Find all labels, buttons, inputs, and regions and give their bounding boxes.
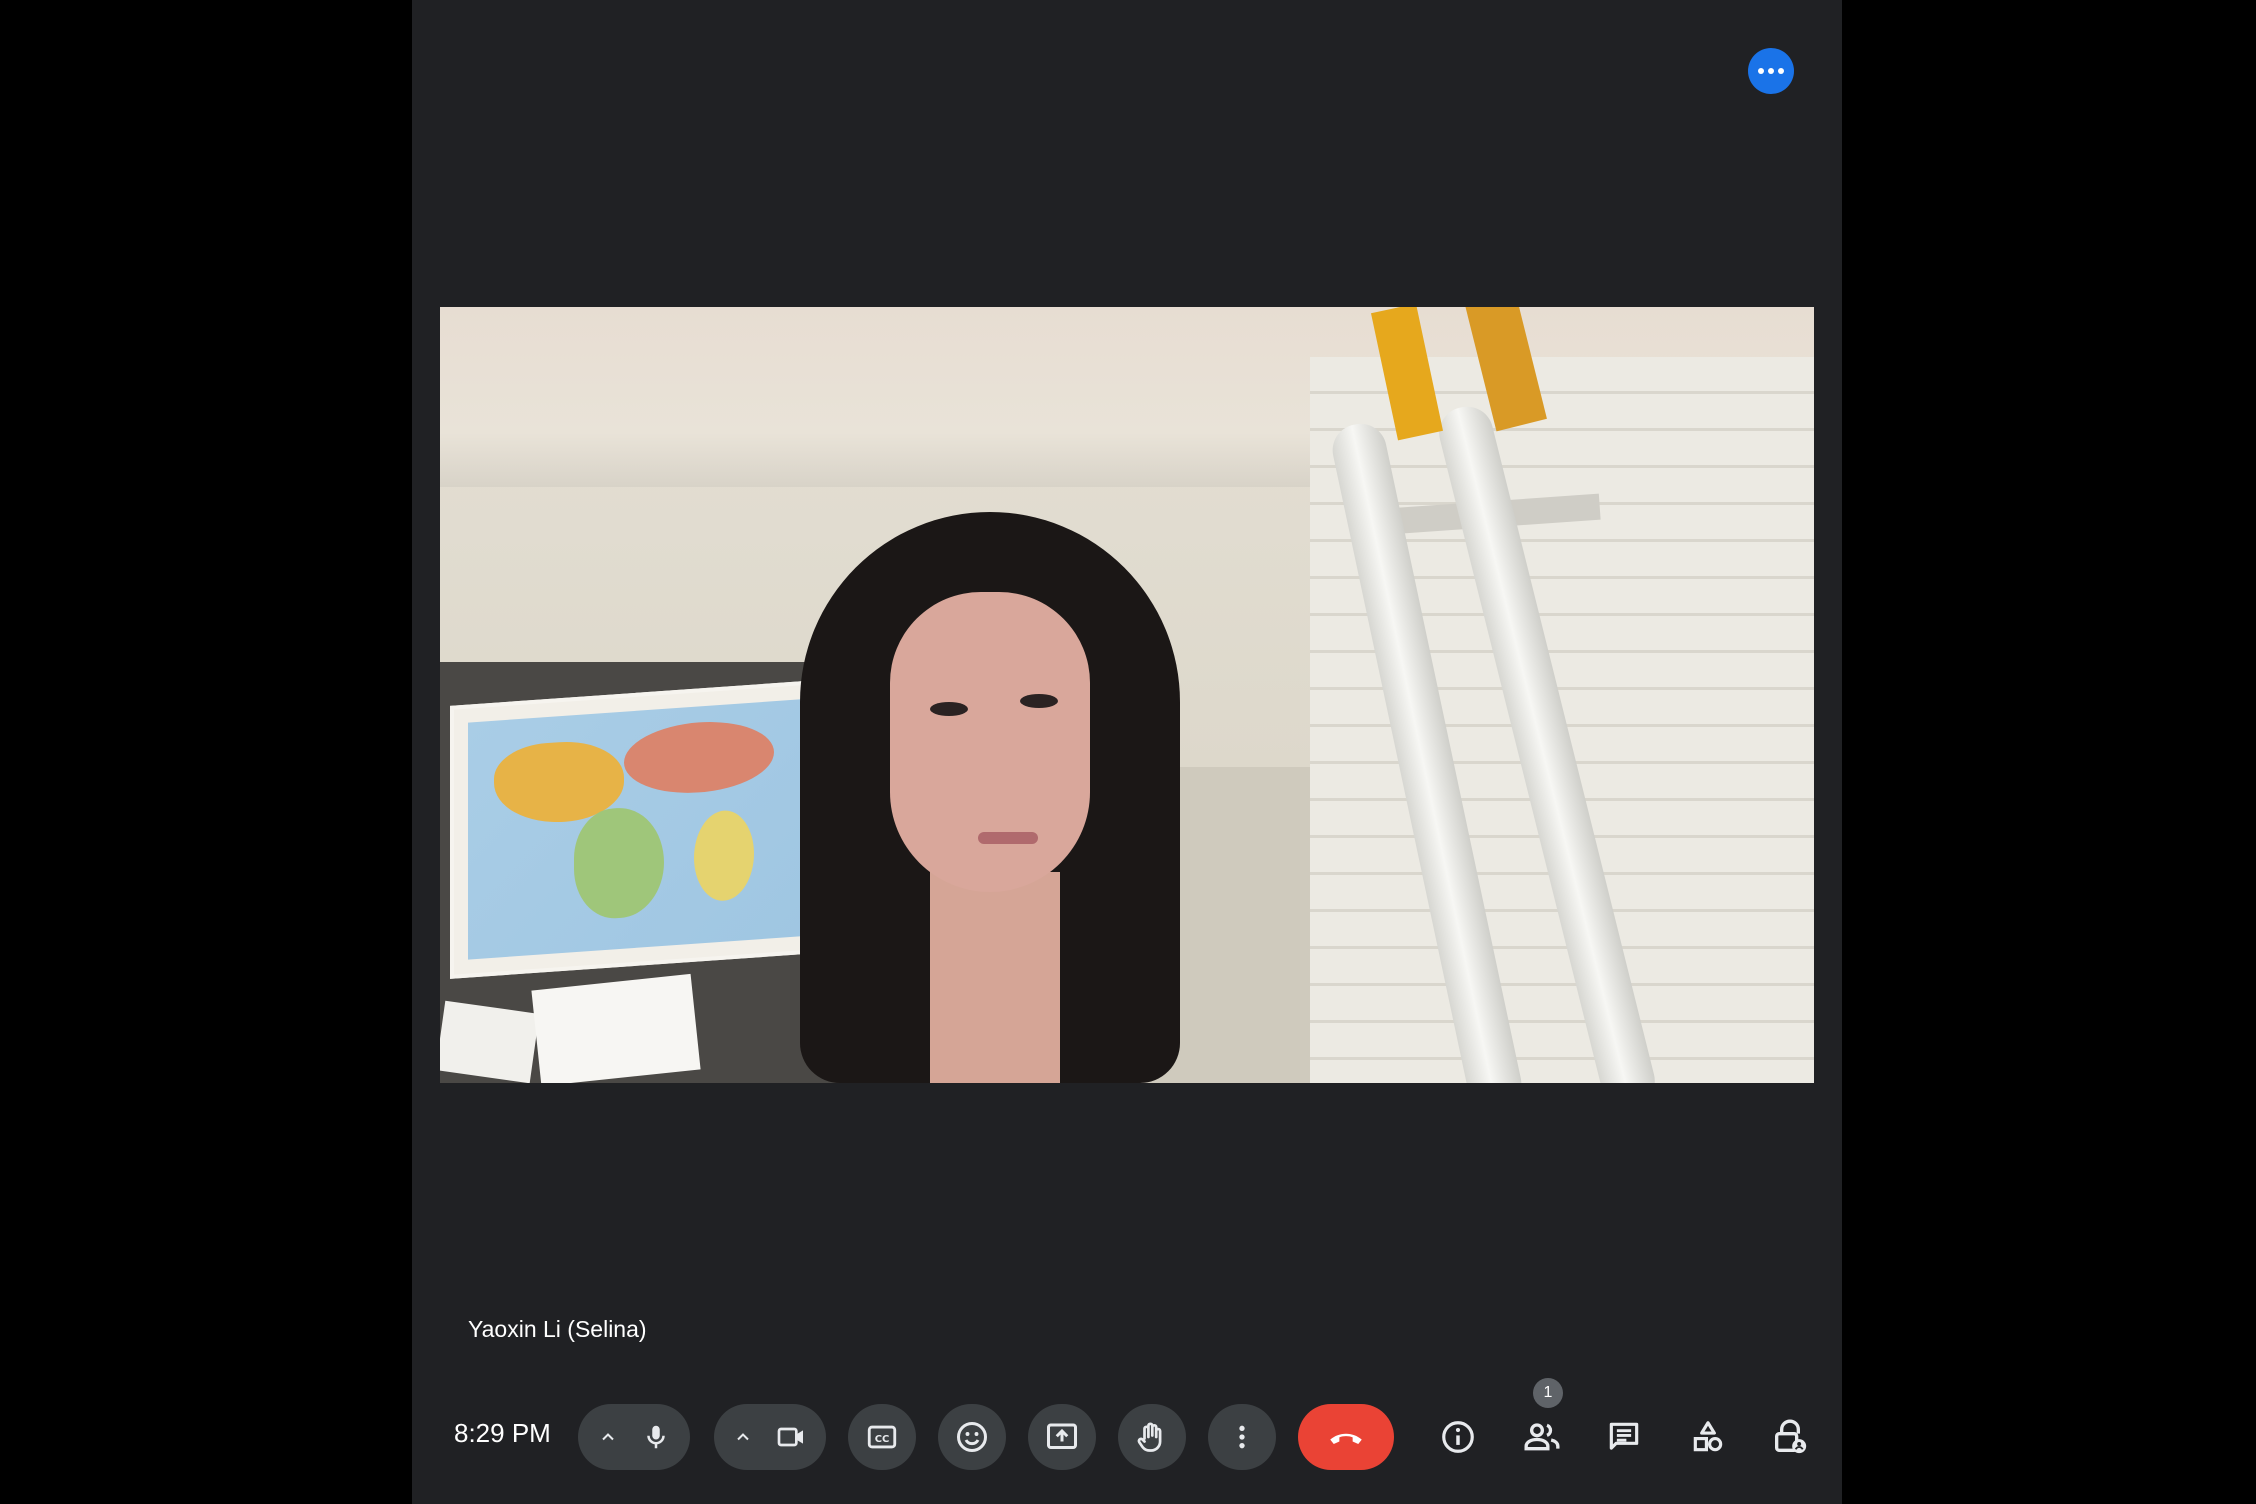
microphone-control[interactable] <box>578 1404 690 1470</box>
emoji-button[interactable] <box>938 1404 1006 1470</box>
participant-video <box>440 307 1814 1083</box>
captions-icon: CC <box>867 1425 897 1449</box>
activities-button[interactable] <box>1676 1404 1740 1470</box>
info-icon <box>1442 1421 1474 1453</box>
camera-icon[interactable] <box>775 1421 807 1453</box>
svg-text:CC: CC <box>875 1434 890 1445</box>
activities-icon <box>1693 1421 1723 1452</box>
microphone-icon[interactable] <box>641 1422 671 1452</box>
end-call-icon <box>1330 1433 1362 1444</box>
chat-button[interactable] <box>1592 1404 1656 1470</box>
present-screen-icon <box>1047 1423 1077 1449</box>
meeting-info-button[interactable] <box>1426 1404 1490 1470</box>
host-controls-button[interactable] <box>1758 1404 1822 1470</box>
raise-hand-icon <box>1137 1422 1162 1452</box>
raise-hand-button[interactable] <box>1118 1404 1186 1470</box>
people-button[interactable] <box>1510 1404 1574 1470</box>
chat-icon <box>1609 1422 1639 1450</box>
host-controls-icon <box>1775 1419 1807 1454</box>
chevron-up-icon[interactable] <box>733 1427 753 1447</box>
present-button[interactable] <box>1028 1404 1096 1470</box>
meeting-window: Yaoxin Li (Selina) 8:29 PM CC 1 <box>412 0 1842 1504</box>
camera-control[interactable] <box>714 1404 826 1470</box>
emoji-icon <box>957 1422 987 1452</box>
meeting-time: 8:29 PM <box>454 1418 551 1448</box>
participant-name: Yaoxin Li (Selina) <box>468 1316 647 1342</box>
call-toolbar: 8:29 PM CC <box>412 1388 1842 1484</box>
chevron-up-icon[interactable] <box>598 1427 618 1447</box>
people-count-badge: 1 <box>1533 1378 1563 1408</box>
end-call-button[interactable] <box>1298 1404 1394 1470</box>
more-vertical-icon <box>1239 1425 1245 1449</box>
more-horizontal-icon[interactable] <box>1748 48 1794 94</box>
people-icon <box>1524 1423 1560 1451</box>
captions-button[interactable]: CC <box>848 1404 916 1470</box>
more-options-button[interactable] <box>1208 1404 1276 1470</box>
